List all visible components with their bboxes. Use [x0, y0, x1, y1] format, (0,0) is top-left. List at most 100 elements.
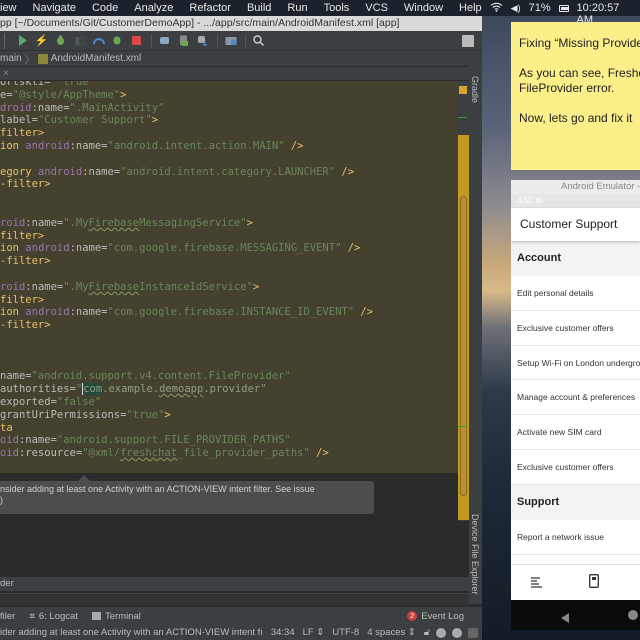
- sdk-manager-icon[interactable]: [194, 33, 211, 49]
- list-item[interactable]: Manage account & preferences: [511, 380, 640, 416]
- battery-icon[interactable]: [558, 4, 569, 12]
- wifi-icon[interactable]: [490, 2, 503, 15]
- debug-icon[interactable]: [52, 33, 69, 49]
- code-line[interactable]: filter>: [0, 127, 458, 140]
- change-marker[interactable]: [458, 426, 467, 427]
- code-line[interactable]: [0, 204, 458, 217]
- code-line[interactable]: droid:name=".MainActivity": [0, 102, 458, 115]
- menu-code[interactable]: Code: [84, 2, 126, 14]
- code-line[interactable]: authorities="com.example.demoapp.provide…: [0, 383, 458, 396]
- code-line[interactable]: grantUriPermissions="true">: [0, 409, 458, 422]
- code-line[interactable]: [0, 153, 458, 166]
- code-line[interactable]: filter>: [0, 294, 458, 307]
- code-line[interactable]: -filter>: [0, 255, 458, 268]
- stop-icon[interactable]: [128, 33, 145, 49]
- code-token: -filter>: [0, 255, 51, 268]
- search-icon[interactable]: [250, 33, 267, 49]
- code-line[interactable]: roid:name=".MyFirebaseInstanceIdService"…: [0, 281, 458, 294]
- code-line[interactable]: filter>: [0, 230, 458, 243]
- clock[interactable]: Wed 10:20:57 AM: [577, 0, 634, 26]
- breadcrumb-main[interactable]: main: [0, 53, 22, 64]
- code-line[interactable]: ion android:name="com.google.firebase.ME…: [0, 242, 458, 255]
- list-item[interactable]: Activate new SIM card: [511, 415, 640, 450]
- device-file-explorer-tool-button[interactable]: Device File Explorer: [470, 514, 480, 595]
- menu-vcs[interactable]: VCS: [357, 2, 396, 14]
- code-line[interactable]: [0, 332, 458, 345]
- attach-debugger-icon[interactable]: ◧: [71, 33, 88, 49]
- hector-inspector-icon[interactable]: [468, 627, 478, 638]
- profile-icon[interactable]: [90, 33, 107, 49]
- code-line[interactable]: [0, 268, 458, 281]
- home-icon[interactable]: [628, 610, 638, 620]
- code-token: android: [25, 306, 70, 319]
- apply-changes-icon[interactable]: ⚡: [33, 33, 50, 49]
- line-separator[interactable]: LF ⇕: [303, 627, 325, 638]
- run-icon[interactable]: [14, 33, 31, 49]
- menu-build[interactable]: Build: [239, 2, 279, 14]
- code-line[interactable]: [0, 345, 458, 358]
- run-config-dropdown[interactable]: [4, 32, 12, 49]
- menu-window[interactable]: Window: [396, 2, 451, 14]
- menu-analyze[interactable]: Analyze: [126, 2, 181, 14]
- code-line[interactable]: -filter>: [0, 178, 458, 191]
- code-line[interactable]: [0, 191, 458, 204]
- code-line[interactable]: ion android:name="com.google.firebase.IN…: [0, 306, 458, 319]
- code-content[interactable]: ortskti= "true" e="@style/AppTheme"> droid…: [0, 81, 458, 460]
- breadcrumb-file[interactable]: AndroidManifest.xml: [51, 53, 142, 64]
- code-editor[interactable]: ortskti= "true" e="@style/AppTheme"> droid…: [0, 81, 458, 473]
- indent-setting[interactable]: 4 spaces ⇕: [367, 627, 416, 638]
- warning-indicator-icon[interactable]: [459, 86, 467, 94]
- code-line[interactable]: ion android:name="android.intent.action.…: [0, 140, 458, 153]
- sticky-note[interactable]: Fixing “Missing Provider As you can see,…: [511, 22, 640, 170]
- code-line[interactable]: e="@style/AppTheme">: [0, 89, 458, 102]
- happy-feedback-icon[interactable]: [436, 627, 446, 638]
- volume-icon[interactable]: ◀︎): [511, 3, 521, 14]
- sync-gradle-icon[interactable]: [156, 33, 173, 49]
- menu-tools[interactable]: Tools: [316, 2, 358, 14]
- sad-feedback-icon[interactable]: [452, 627, 462, 638]
- caret-position[interactable]: 34:34: [271, 627, 295, 638]
- gradle-tool-button[interactable]: Gradle: [470, 76, 480, 103]
- menu-view[interactable]: iew: [0, 2, 25, 14]
- code-line[interactable]: label="Customer Support">: [0, 114, 458, 127]
- debug-attach-icon[interactable]: [109, 33, 126, 49]
- tab-event-log[interactable]: 2 Event Log: [407, 611, 464, 622]
- code-line[interactable]: -filter>: [0, 319, 458, 332]
- back-icon[interactable]: [561, 610, 569, 628]
- find-input[interactable]: [0, 593, 469, 606]
- tab-terminal[interactable]: Terminal: [91, 611, 141, 622]
- lock-icon[interactable]: 🔓︎: [424, 627, 430, 638]
- tab-logcat[interactable]: ≡ 6: Logcat: [29, 611, 78, 622]
- user-avatar-icon[interactable]: [462, 34, 474, 47]
- code-line[interactable]: ortskti= "true": [0, 81, 458, 89]
- list-item[interactable]: Exclusive customer offers: [511, 310, 640, 346]
- tab-close-icon[interactable]: ×: [3, 68, 9, 79]
- menu-navigate[interactable]: Navigate: [25, 2, 84, 14]
- list-item[interactable]: Report a network issue: [511, 519, 640, 555]
- code-token: />: [341, 242, 361, 255]
- list-item[interactable]: Setup Wi-Fi on London underground: [511, 345, 640, 381]
- code-line[interactable]: roid:name=".MyFirebaseMessagingService">: [0, 217, 458, 230]
- code-line[interactable]: oid:resource="@xml/freshchat_file_provid…: [0, 447, 458, 460]
- menu-help[interactable]: Help: [451, 2, 490, 14]
- document-nav-icon[interactable]: [589, 574, 599, 593]
- avd-manager-icon[interactable]: [175, 33, 192, 49]
- tab-profiler[interactable]: filer: [0, 611, 15, 622]
- code-line[interactable]: ta: [0, 422, 458, 435]
- code-line[interactable]: exported="false": [0, 396, 458, 409]
- editor-scrollbar[interactable]: [460, 196, 467, 496]
- project-structure-icon[interactable]: [222, 33, 239, 49]
- menu-refactor[interactable]: Refactor: [181, 2, 239, 14]
- change-marker[interactable]: [458, 117, 467, 118]
- list-item[interactable]: Exclusive customer offers: [511, 449, 640, 485]
- code-token: "com.google.firebase.MESSAGING_EVENT": [107, 242, 342, 255]
- list-item[interactable]: Edit personal details: [511, 276, 640, 311]
- code-line[interactable]: egory android:name="android.intent.categ…: [0, 166, 458, 179]
- code-line[interactable]: oid:name="android.support.FILE_PROVIDER_…: [0, 434, 458, 447]
- menu-run[interactable]: Run: [279, 2, 315, 14]
- code-line[interactable]: name="android.support.v4.content.FilePro…: [0, 370, 458, 383]
- list-nav-icon[interactable]: [531, 575, 542, 593]
- code-line[interactable]: [0, 358, 458, 371]
- status-message[interactable]: ider adding at least one Activity with a…: [0, 627, 263, 638]
- file-encoding[interactable]: UTF-8: [332, 627, 359, 638]
